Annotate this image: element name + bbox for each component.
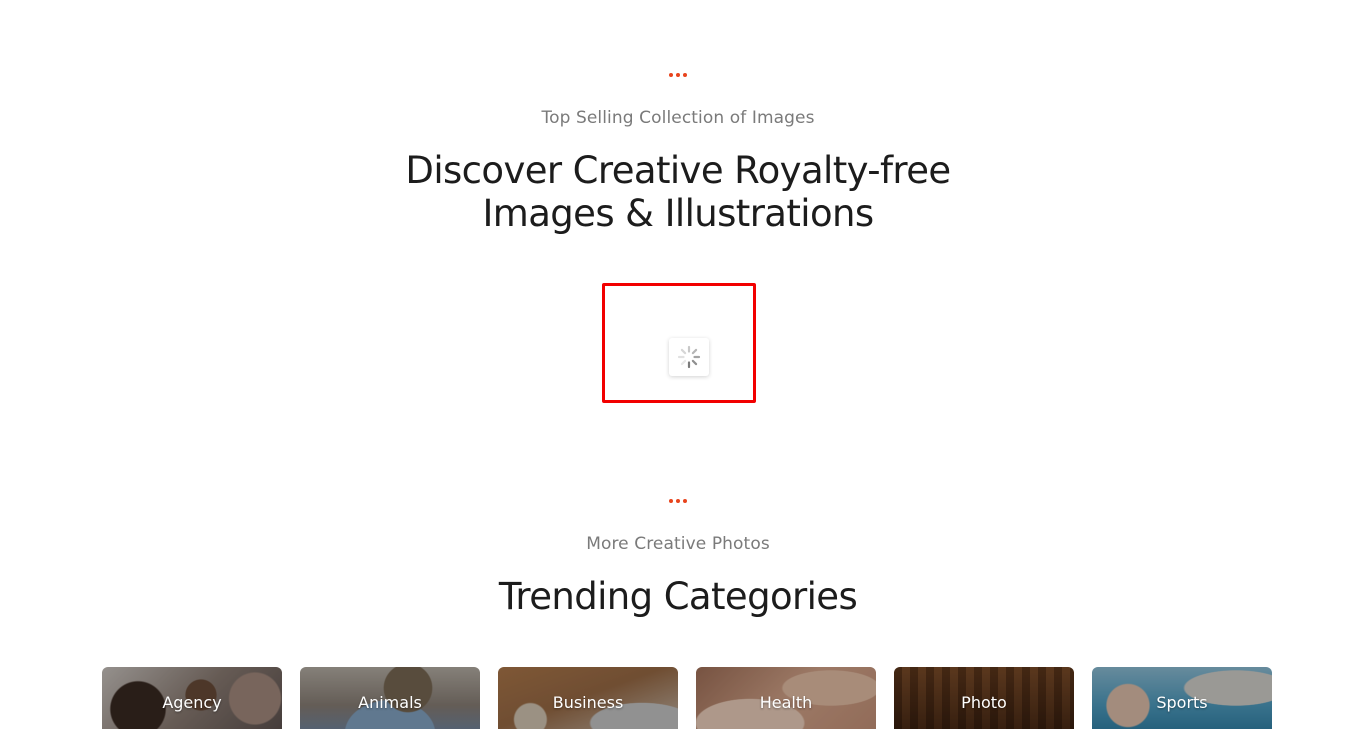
category-label: Sports [1156,693,1208,712]
dot [676,73,680,77]
featured-title: Discover Creative Royalty-free Images & … [0,149,1356,235]
dot [669,499,673,503]
page: Top Selling Collection of Images Discove… [0,0,1356,729]
trending-title: Trending Categories [498,575,858,618]
category-card-photo[interactable]: Photo [894,667,1074,729]
category-label: Business [552,693,624,712]
featured-title-line-1: Discover Creative Royalty-free [405,149,951,192]
dot [676,499,680,503]
spinner-icon [677,345,701,369]
loading-indicator [669,338,709,376]
featured-eyebrow: Top Selling Collection of Images [541,108,815,128]
category-card-animals[interactable]: Animals [300,667,480,729]
trending-eyebrow: More Creative Photos [586,534,770,554]
dot [669,73,673,77]
category-label: Agency [162,693,222,712]
dot [683,499,687,503]
category-card-agency[interactable]: Agency [102,667,282,729]
section-divider-dots [0,73,1356,77]
category-label: Animals [358,693,422,712]
category-label: Photo [961,693,1007,712]
category-label: Health [759,693,813,712]
category-card-sports[interactable]: Sports [1092,667,1272,729]
category-card-health[interactable]: Health [696,667,876,729]
category-card-business[interactable]: Business [498,667,678,729]
section-divider-dots [0,499,1356,503]
dot [683,73,687,77]
loader-highlight-frame [602,283,756,403]
featured-title-line-2: Images & Illustrations [482,192,874,235]
category-list: Agency Animals Business Health Photo Spo… [102,667,1272,729]
